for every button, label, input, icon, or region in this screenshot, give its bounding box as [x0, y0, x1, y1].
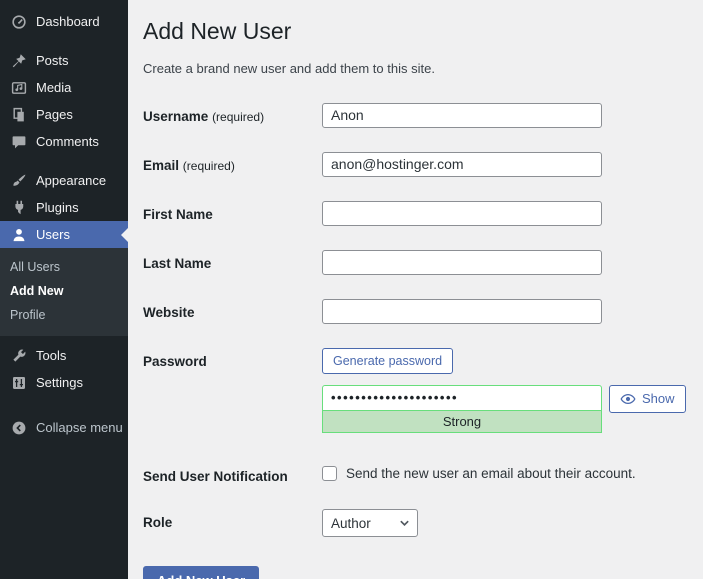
menu-separator — [0, 396, 128, 408]
role-select[interactable]: Author — [322, 509, 418, 537]
password-label: Password — [143, 348, 322, 371]
role-label: Role — [143, 509, 322, 532]
media-icon — [11, 80, 27, 96]
show-password-button[interactable]: Show — [609, 385, 686, 413]
username-row: Username (required) — [143, 103, 686, 128]
sidebar-item-plugins[interactable]: Plugins — [0, 194, 128, 221]
sidebar-item-users[interactable]: Users — [0, 221, 128, 248]
eye-icon — [620, 391, 636, 407]
user-icon — [11, 227, 27, 243]
add-new-user-button[interactable]: Add New User — [143, 566, 259, 579]
submenu-item-all-users[interactable]: All Users — [0, 255, 128, 279]
sidebar-item-label: Comments — [36, 134, 99, 149]
first-name-input[interactable] — [322, 201, 602, 226]
email-input[interactable] — [322, 152, 602, 177]
generate-password-button[interactable]: Generate password — [322, 348, 453, 374]
page-title: Add New User — [143, 17, 686, 47]
last-name-label: Last Name — [143, 250, 322, 273]
page-subtitle: Create a brand new user and add them to … — [143, 61, 686, 76]
admin-sidebar: Dashboard Posts Media Pages Comments App… — [0, 0, 128, 579]
collapse-menu-label: Collapse menu — [36, 420, 123, 435]
menu-separator — [0, 155, 128, 167]
sidebar-item-label: Dashboard — [36, 14, 100, 29]
password-input[interactable] — [322, 385, 602, 411]
pages-icon — [11, 107, 27, 123]
password-box: Strong — [322, 385, 602, 433]
sidebar-item-label: Media — [36, 80, 71, 95]
first-name-label: First Name — [143, 201, 322, 224]
required-hint: (required) — [212, 110, 264, 124]
send-notification-label: Send User Notification — [143, 463, 322, 486]
email-row: Email (required) — [143, 152, 686, 177]
sidebar-item-comments[interactable]: Comments — [0, 128, 128, 155]
last-name-row: Last Name — [143, 250, 686, 275]
password-strength-meter: Strong — [322, 411, 602, 433]
comment-icon — [11, 134, 27, 150]
sidebar-item-tools[interactable]: Tools — [0, 342, 128, 369]
plug-icon — [11, 200, 27, 216]
show-password-label: Show — [642, 391, 675, 406]
add-new-user-page: Add New User Create a brand new user and… — [128, 0, 703, 579]
sidebar-item-media[interactable]: Media — [0, 74, 128, 101]
send-notification-row: Send User Notification Send the new user… — [143, 463, 686, 486]
sidebar-item-label: Tools — [36, 348, 66, 363]
role-select-wrap: Author — [322, 509, 418, 537]
send-notification-checkbox[interactable] — [322, 466, 337, 481]
last-name-input[interactable] — [322, 250, 602, 275]
sidebar-item-label: Users — [36, 227, 70, 242]
dashboard-icon — [11, 14, 27, 30]
add-user-form: Username (required) Email (required) Fir… — [143, 103, 686, 579]
notification-checkbox-text: Send the new user an email about their a… — [346, 466, 636, 481]
sliders-icon — [11, 375, 27, 391]
sidebar-item-label: Plugins — [36, 200, 79, 215]
username-input[interactable] — [322, 103, 602, 128]
website-row: Website — [143, 299, 686, 324]
role-row: Role Author — [143, 509, 686, 537]
username-label: Username (required) — [143, 103, 322, 126]
first-name-row: First Name — [143, 201, 686, 226]
collapse-arrow-icon — [11, 420, 27, 436]
submenu-item-profile[interactable]: Profile — [0, 303, 128, 327]
website-label: Website — [143, 299, 322, 322]
collapse-menu-button[interactable]: Collapse menu — [0, 414, 128, 441]
sidebar-item-dashboard[interactable]: Dashboard — [0, 8, 128, 35]
password-row: Password Generate password Strong Show — [143, 348, 686, 433]
wrench-icon — [11, 348, 27, 364]
notification-checkbox-wrap: Send the new user an email about their a… — [322, 463, 636, 481]
website-input[interactable] — [322, 299, 602, 324]
email-label: Email (required) — [143, 152, 322, 175]
password-input-group: Strong Show — [322, 385, 686, 433]
sidebar-item-settings[interactable]: Settings — [0, 369, 128, 396]
required-hint: (required) — [183, 159, 235, 173]
password-field-group: Generate password Strong Show — [322, 348, 686, 433]
pushpin-icon — [11, 53, 27, 69]
sidebar-item-label: Appearance — [36, 173, 106, 188]
sidebar-item-label: Posts — [36, 53, 69, 68]
menu-separator — [0, 35, 128, 47]
sidebar-item-appearance[interactable]: Appearance — [0, 167, 128, 194]
users-submenu: All Users Add New Profile — [0, 248, 128, 336]
sidebar-item-posts[interactable]: Posts — [0, 47, 128, 74]
sidebar-item-label: Pages — [36, 107, 73, 122]
sidebar-item-label: Settings — [36, 375, 83, 390]
sidebar-item-pages[interactable]: Pages — [0, 101, 128, 128]
submenu-item-add-new[interactable]: Add New — [0, 279, 128, 303]
submit-row: Add New User — [143, 566, 686, 579]
paintbrush-icon — [11, 173, 27, 189]
